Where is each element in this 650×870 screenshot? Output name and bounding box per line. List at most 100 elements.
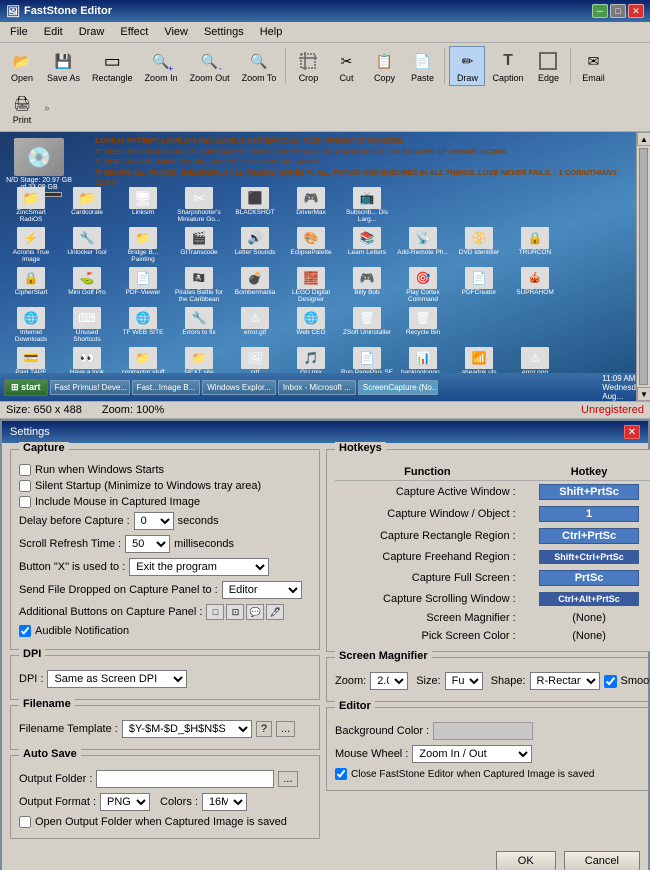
print-button[interactable]: 🖨 Print — [4, 88, 40, 128]
background-color-box[interactable] — [433, 722, 533, 740]
desktop-icon[interactable]: 📁Bridge B...Painting — [116, 227, 170, 263]
desktop-icon[interactable]: 📄PDFCreator — [452, 267, 506, 303]
mouse-wheel-select[interactable]: Zoom In / Out — [412, 745, 532, 763]
hotkey-val-0[interactable]: Shift+PrtSc — [539, 484, 639, 500]
desktop-icon[interactable]: 🎨EclipsePalette — [284, 227, 338, 263]
desktop-icon[interactable]: 🌐Web CEO — [284, 307, 338, 343]
size-select[interactable]: Full — [445, 672, 483, 690]
desktop-icon[interactable]: 📁ZincSmartRadiOS — [4, 187, 58, 223]
desktop-icon[interactable]: 🎮Billy Bob — [340, 267, 394, 303]
delay-select[interactable]: 0 — [134, 512, 174, 530]
include-mouse-checkbox[interactable] — [19, 496, 31, 508]
menu-effect[interactable]: Effect — [114, 24, 154, 40]
desktop-icon[interactable]: ⚡Acronis TrueImage — [4, 227, 58, 263]
desktop-icon[interactable]: 🎯Play CortexCommand — [396, 267, 450, 303]
ok-button[interactable]: OK — [496, 851, 556, 870]
smooth-checkbox[interactable] — [604, 675, 617, 688]
taskbar-item[interactable]: Fast Primus! Deve... — [50, 380, 130, 395]
desktop-icon[interactable]: 🧱LEGO DigitalDesigner — [284, 267, 338, 303]
desktop-icon[interactable]: 🌐TF WEB SITE — [116, 307, 170, 343]
button-x-select[interactable]: Exit the program — [129, 558, 269, 576]
filename-help-button[interactable]: ? — [256, 721, 272, 737]
filename-browse-button[interactable]: ... — [276, 721, 295, 737]
menu-settings[interactable]: Settings — [198, 24, 250, 40]
silent-startup-checkbox[interactable] — [19, 480, 31, 492]
zoomin-button[interactable]: 🔍+ Zoom In — [140, 46, 183, 86]
scroll-down-button[interactable]: ▼ — [637, 387, 650, 401]
desktop-icon[interactable]: 🗑ZSoft Uninstaller — [340, 307, 394, 343]
desktop-icon[interactable]: 🔒TRURCON — [508, 227, 562, 263]
desktop-icon[interactable]: 📁Cardcorale — [60, 187, 114, 223]
open-output-checkbox[interactable] — [19, 816, 31, 828]
desktop-icon[interactable]: 🎬GITranscode — [172, 227, 226, 263]
saveas-button[interactable]: 💾 Save As — [42, 46, 85, 86]
desktop-icon[interactable]: 🗑Recycle Bin — [396, 307, 450, 343]
cancel-button[interactable]: Cancel — [564, 851, 640, 870]
cap-icon-3[interactable]: 💬 — [246, 604, 264, 620]
taskbar-item[interactable]: Inbox - Microsoft ... — [278, 380, 356, 395]
email-button[interactable]: ✉ Email — [575, 46, 611, 86]
desktop-icon[interactable]: 🔧Unlocker Tool — [60, 227, 114, 263]
desktop-icon[interactable]: 🔊Letter Sounds — [228, 227, 282, 263]
hotkey-val-3[interactable]: Shift+Ctrl+PrtSc — [539, 550, 639, 564]
start-button[interactable]: ⊞ start — [4, 379, 48, 396]
run-windows-check[interactable]: Run when Windows Starts — [19, 464, 311, 476]
output-format-select[interactable]: PNG — [100, 793, 150, 811]
hotkey-val-2[interactable]: Ctrl+PrtSc — [539, 528, 639, 544]
desktop-icon[interactable]: 📚Learn Letters — [340, 227, 394, 263]
audible-check[interactable]: Audible Notification — [19, 625, 311, 637]
silent-startup-check[interactable]: Silent Startup (Minimize to Windows tray… — [19, 480, 311, 492]
menu-file[interactable]: File — [4, 24, 34, 40]
colors-select[interactable]: 16M — [202, 793, 247, 811]
copy-button[interactable]: 📋 Copy — [366, 46, 402, 86]
output-folder-input[interactable] — [96, 770, 274, 788]
desktop-icon[interactable]: 🔒CipherStart — [4, 267, 58, 303]
open-output-check[interactable]: Open Output Folder when Captured Image i… — [19, 816, 311, 828]
maximize-button[interactable]: □ — [610, 4, 626, 18]
hotkey-val-4[interactable]: PrtSc — [539, 570, 639, 586]
cap-icon-1[interactable]: □ — [206, 604, 224, 620]
run-windows-checkbox[interactable] — [19, 464, 31, 476]
close-editor-checkbox[interactable] — [335, 768, 347, 780]
taskbar-item[interactable]: Fast...Image B... — [132, 380, 201, 395]
zoom-select[interactable]: 2.0 — [370, 672, 408, 690]
output-folder-browse-button[interactable]: ... — [278, 771, 297, 787]
zoomto-button[interactable]: 🔍 Zoom To — [237, 46, 282, 86]
dpi-select[interactable]: Same as Screen DPI — [47, 670, 187, 688]
zoomout-button[interactable]: 🔍- Zoom Out — [185, 46, 235, 86]
desktop-icon[interactable]: ⚠error.gif — [228, 307, 282, 343]
menu-help[interactable]: Help — [254, 24, 289, 40]
taskbar-item[interactable]: ScreenCapture (No... — [358, 380, 438, 395]
scrollbar[interactable]: ▲ ▼ — [636, 132, 650, 401]
minimize-button[interactable]: ─ — [592, 4, 608, 18]
draw-button[interactable]: ✏ Draw — [449, 46, 485, 86]
hotkey-val-5[interactable]: Ctrl+Alt+PrtSc — [539, 592, 639, 606]
crop-button[interactable]: Crop — [290, 46, 326, 86]
desktop-icon[interactable]: ⬛BLACKSHOT — [228, 187, 282, 223]
edge-button[interactable]: Edge — [530, 46, 566, 86]
taskbar-item[interactable]: Windows Explor... — [202, 380, 276, 395]
filename-template-select[interactable]: $Y-$M-$D_$H$N$S — [122, 720, 252, 738]
close-button[interactable]: ✕ — [628, 4, 644, 18]
dialog-close-button[interactable]: ✕ — [624, 425, 640, 439]
scroll-select[interactable]: 50 — [125, 535, 170, 553]
cut-button[interactable]: ✂ Cut — [328, 46, 364, 86]
toolbar-extend[interactable]: » — [44, 103, 50, 114]
include-mouse-check[interactable]: Include Mouse in Captured Image — [19, 496, 311, 508]
caption-button[interactable]: T Caption — [487, 46, 528, 86]
desktop-icon[interactable]: 💣Bombermania — [228, 267, 282, 303]
cap-icon-4[interactable]: 🖊 — [266, 604, 284, 620]
desktop-icon[interactable]: 📡Add-Remote Ph... — [396, 227, 450, 263]
desktop-icon[interactable]: 🌐InternetDownloads — [4, 307, 58, 343]
scroll-up-button[interactable]: ▲ — [637, 132, 650, 146]
paste-button[interactable]: 📄 Paste — [404, 46, 440, 86]
send-file-select[interactable]: Editor — [222, 581, 302, 599]
menu-draw[interactable]: Draw — [73, 24, 111, 40]
desktop-icon[interactable]: 🎮DriverMax — [284, 187, 338, 223]
desktop-icon[interactable]: ✂Sharpshooter'sMiniature Go... — [172, 187, 226, 223]
desktop-icon[interactable]: 📺Subscrib... DisLarg... — [340, 187, 394, 223]
shape-select[interactable]: R-Rectangle — [530, 672, 600, 690]
audible-checkbox[interactable] — [19, 625, 31, 637]
close-editor-check[interactable]: Close FastStone Editor when Captured Ima… — [335, 768, 650, 780]
menu-view[interactable]: View — [158, 24, 194, 40]
